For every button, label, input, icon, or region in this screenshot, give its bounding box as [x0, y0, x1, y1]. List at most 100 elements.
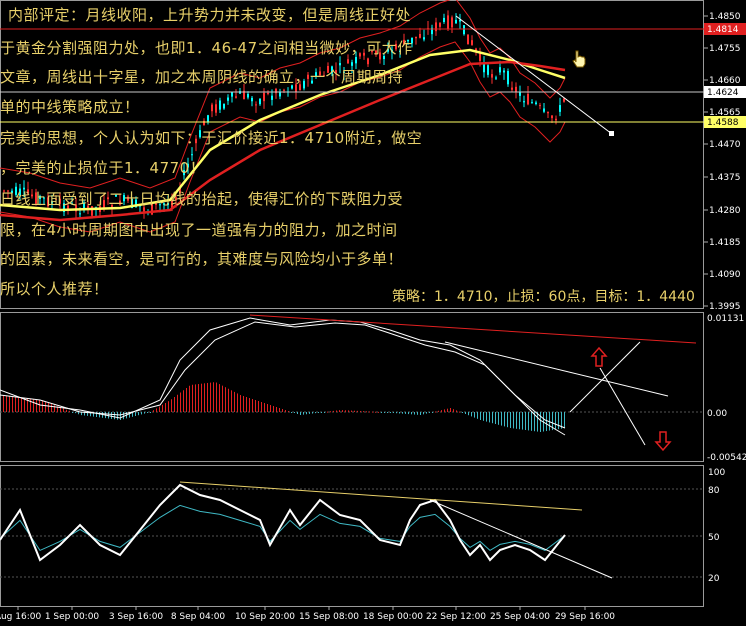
macd-bar	[537, 412, 538, 432]
macd-bar	[402, 412, 403, 414]
candle-body	[347, 59, 349, 64]
forex-chart[interactable]: 1.48501.47551.46601.45651.44701.43751.42…	[0, 0, 746, 626]
macd-bar	[72, 412, 73, 413]
candle-body	[215, 104, 217, 113]
macd-bar	[234, 391, 235, 412]
down-arrow-icon	[654, 431, 672, 452]
macd-bar	[177, 394, 178, 412]
macd-bar	[522, 412, 523, 430]
macd-bar	[210, 382, 211, 412]
rsi-axis-80: 80	[708, 486, 720, 496]
candle-body	[223, 103, 225, 109]
macd-axis-bottom: -0.00542	[707, 453, 746, 463]
macd-bar	[366, 411, 367, 413]
candle-body	[487, 65, 489, 75]
candle-body	[191, 154, 193, 156]
candle-body	[527, 93, 529, 105]
macd-bar	[501, 412, 502, 426]
macd-bar	[399, 412, 400, 414]
macd-bar	[183, 390, 184, 412]
macd-histogram	[3, 382, 565, 432]
macd-bar	[237, 393, 238, 412]
macd-bar	[483, 412, 484, 421]
macd-bar	[360, 411, 361, 412]
macd-bar	[204, 383, 205, 412]
candle-body	[423, 37, 425, 40]
candle-body	[471, 40, 473, 45]
macd-bar	[36, 399, 37, 412]
candle-body	[439, 22, 441, 27]
macd-bar	[444, 409, 445, 412]
price-tick-label: 1.3995	[709, 302, 741, 312]
time-tick-label: 15 Sep 08:00	[299, 612, 359, 622]
macd-bar	[291, 412, 292, 413]
macd-panel[interactable]	[0, 312, 704, 462]
macd-bar	[372, 411, 373, 413]
macd-bar	[417, 412, 418, 415]
macd-bar	[69, 410, 70, 412]
time-tick-label: 10 Sep 20:00	[235, 612, 295, 622]
macd-bar	[510, 412, 511, 428]
macd-bar	[63, 408, 64, 412]
macd-bar	[408, 412, 409, 415]
macd-bar	[528, 412, 529, 431]
macd-bar	[525, 412, 526, 430]
candle-body	[511, 87, 513, 90]
macd-bar	[540, 412, 541, 432]
macd-bar	[243, 396, 244, 412]
annotation-line-7: 日线上面受到了二十日均线的抬起，使得汇价的下跌阻力受	[0, 190, 404, 208]
price-marker-white-label: 1.4624	[707, 88, 739, 98]
macd-bar	[318, 412, 319, 413]
macd-bar	[426, 412, 427, 414]
macd-bar	[486, 412, 487, 422]
candle-body	[283, 89, 285, 91]
candle-body	[259, 98, 261, 105]
macd-white-trendline[interactable]	[444, 341, 669, 397]
candle-body	[515, 86, 517, 92]
candle-body	[503, 70, 505, 73]
macd-bar	[441, 410, 442, 412]
macd-bar	[135, 412, 136, 416]
macd-bar	[213, 382, 214, 412]
macd-bar	[111, 412, 112, 419]
macd-bar	[393, 412, 394, 413]
macd-bar	[75, 412, 76, 414]
macd-bar	[21, 397, 22, 412]
rsi-axis-20: 20	[708, 574, 720, 584]
time-tick-label: 22 Sep 12:00	[426, 612, 486, 622]
macd-bar	[450, 408, 451, 412]
macd-bar	[432, 412, 433, 413]
macd-bar	[189, 385, 190, 412]
macd-red-trendline[interactable]	[249, 314, 697, 344]
trendline-handle[interactable]	[609, 131, 614, 136]
macd-bar	[453, 409, 454, 412]
candle-body	[231, 92, 233, 97]
rsi-axis-100: 100	[708, 468, 725, 478]
candle-body	[203, 120, 205, 126]
macd-bar	[495, 412, 496, 424]
candle-body	[419, 34, 421, 38]
price-axis: 1.48501.47551.46601.45651.44701.43751.42…	[704, 12, 741, 312]
macd-bar	[39, 399, 40, 412]
macd-bar	[462, 412, 463, 413]
macd-bar	[294, 412, 295, 413]
macd-bar	[222, 385, 223, 412]
macd-bar	[225, 387, 226, 412]
candle-body	[535, 102, 537, 105]
rsi-yellow-trendline[interactable]	[179, 481, 583, 511]
macd-bar	[330, 411, 331, 413]
candle-body	[547, 111, 549, 114]
rsi-lines	[0, 483, 566, 562]
macd-bar	[207, 382, 208, 412]
rsi-white-trendline[interactable]	[429, 499, 613, 579]
macd-bar	[420, 412, 421, 415]
candle-body	[559, 105, 561, 112]
macd-bar	[264, 403, 265, 412]
time-tick-label: 25 Sep 04:00	[490, 612, 550, 622]
downtrend-line[interactable]	[455, 15, 613, 135]
macd-bar	[249, 398, 250, 412]
annotation-line-2: 于黄金分割强阻力处，也即1．46-47之间相当微妙，可大作	[0, 39, 413, 57]
candle-body	[415, 36, 417, 39]
time-tick-label: 8 Sep 04:00	[171, 612, 226, 622]
macd-bar	[114, 412, 115, 420]
